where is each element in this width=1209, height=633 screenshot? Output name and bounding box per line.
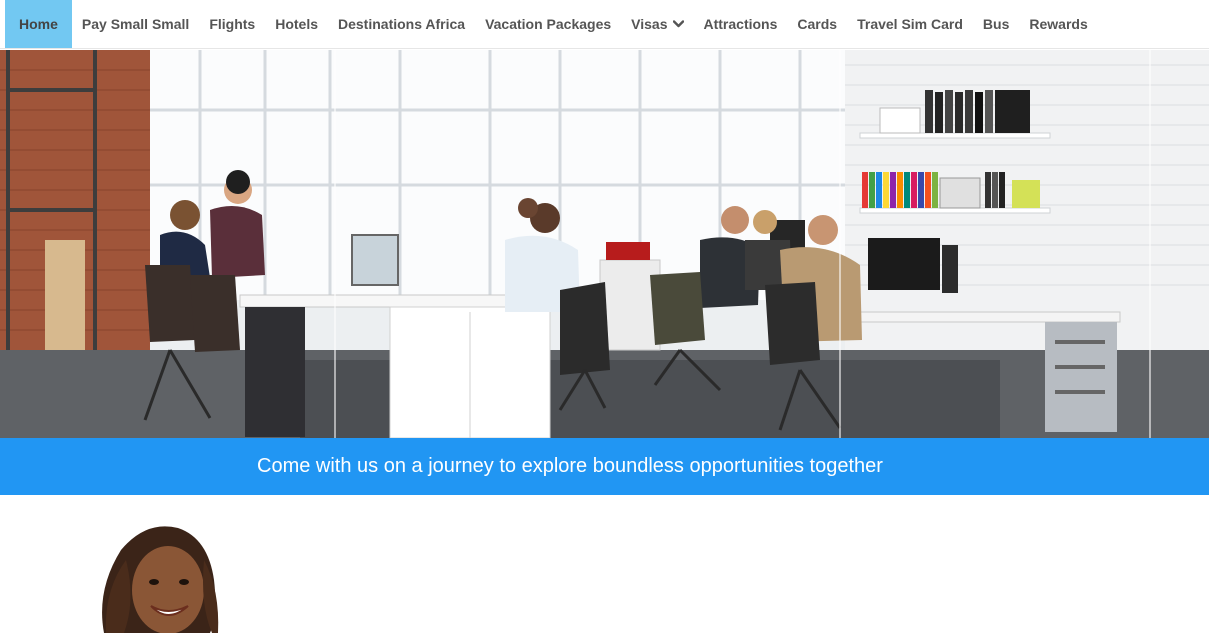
nav-item-label: Destinations Africa — [338, 16, 466, 32]
nav-item-label: Rewards — [1029, 16, 1088, 32]
portrait-illustration — [102, 526, 219, 633]
nav-item-label: Visas — [631, 16, 668, 32]
nav-item-pay-small-small[interactable]: Pay Small Small — [72, 0, 199, 48]
nav-item-destinations-africa[interactable]: Destinations Africa — [328, 0, 475, 48]
tagline-banner: Come with us on a journey to explore bou… — [0, 438, 1209, 495]
chevron-down-icon — [672, 20, 684, 28]
woman-portrait-image — [96, 520, 226, 633]
nav-item-attractions[interactable]: Attractions — [694, 0, 788, 48]
office-scene-illustration — [0, 50, 1209, 438]
nav-item-label: Hotels — [275, 16, 318, 32]
nav-item-label: Cards — [797, 16, 838, 32]
main-navigation: Home Pay Small Small Flights Hotels Dest… — [0, 0, 1209, 49]
nav-item-visas[interactable]: Visas — [621, 0, 693, 48]
nav-item-hotels[interactable]: Hotels — [265, 0, 328, 48]
nav-item-label: Attractions — [703, 16, 778, 32]
nav-item-label: Home — [19, 16, 58, 32]
nav-item-bus[interactable]: Bus — [973, 0, 1019, 48]
nav-item-label: Flights — [209, 16, 256, 32]
nav-item-vacation-packages[interactable]: Vacation Packages — [475, 0, 621, 48]
nav-item-label: Pay Small Small — [81, 16, 190, 32]
tagline-text: Come with us on a journey to explore bou… — [257, 455, 883, 477]
nav-item-flights[interactable]: Flights — [199, 0, 265, 48]
nav-item-label: Vacation Packages — [485, 16, 612, 32]
nav-item-label: Travel Sim Card — [857, 16, 963, 32]
nav-item-rewards[interactable]: Rewards — [1019, 0, 1097, 48]
nav-item-home[interactable]: Home — [5, 0, 72, 48]
nav-item-label: Bus — [982, 16, 1010, 32]
nav-item-travel-sim-card[interactable]: Travel Sim Card — [847, 0, 973, 48]
page: Home Pay Small Small Flights Hotels Dest… — [0, 0, 1209, 633]
hero-image — [0, 50, 1209, 438]
nav-item-cards[interactable]: Cards — [787, 0, 847, 48]
